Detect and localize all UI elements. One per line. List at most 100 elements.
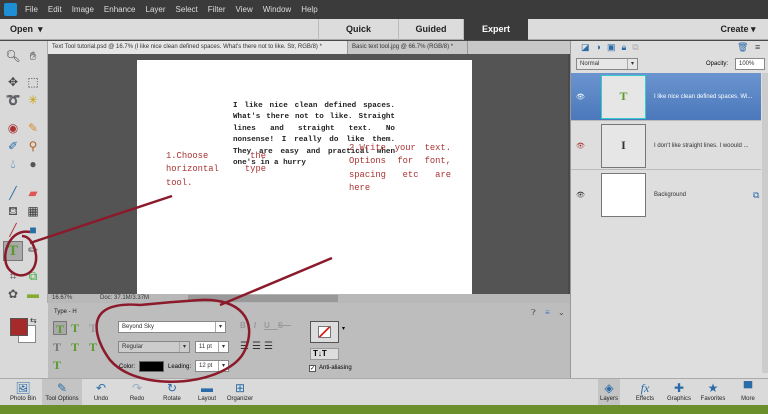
layers-button[interactable]: ◈ Layers <box>598 379 620 406</box>
pencil-tool-icon[interactable]: ✏︎ <box>24 241 42 259</box>
shape-tool-icon[interactable]: ■ <box>24 221 42 239</box>
font-style-select[interactable]: Regular ▾ <box>118 341 190 353</box>
canvas-area[interactable]: I like nice clean defined spaces. What's… <box>48 54 568 294</box>
zoom-level[interactable]: 16.67% <box>52 295 72 301</box>
align-left-icon[interactable]: ☰ <box>240 341 252 352</box>
smart-brush-icon[interactable]: ✐ <box>4 137 22 155</box>
panel-menu-icon[interactable]: ≡ <box>755 42 760 52</box>
document-page[interactable]: I like nice clean defined spaces. What's… <box>137 60 472 294</box>
foreground-color-swatch[interactable] <box>10 318 28 336</box>
magic-wand-icon[interactable]: ✳ <box>24 91 42 109</box>
cookie-cutter-icon[interactable]: ✿ <box>4 285 22 303</box>
tab-text-tool-tutorial[interactable]: Text Tool tutorial.psd @ 16.7% (I like n… <box>48 41 348 54</box>
alignment-buttons[interactable]: ☰☰☰ <box>240 341 276 352</box>
italic-icon[interactable]: I <box>254 321 264 330</box>
panel-menu-icon[interactable]: ≡ <box>545 308 550 317</box>
underline-icon[interactable]: U <box>264 321 278 330</box>
undo-button[interactable]: ↶ Undo <box>88 379 114 406</box>
graphics-button[interactable]: ✚ Graphics <box>664 379 694 406</box>
hand-tool-icon[interactable]: ✋︎ <box>24 47 42 65</box>
recompose-tool-icon[interactable]: ⧉ <box>24 267 42 285</box>
collapse-chevron-icon[interactable]: ⌄ <box>558 308 565 317</box>
text-warp-color-button[interactable] <box>310 321 339 343</box>
text-on-shape-icon[interactable]: T <box>89 340 97 355</box>
horizontal-type-option-icon[interactable]: T <box>53 321 67 336</box>
align-right-icon[interactable]: ☰ <box>264 341 276 352</box>
menu-layer[interactable]: Layer <box>146 5 166 14</box>
horizontal-type-tool-icon[interactable]: T <box>3 241 23 261</box>
delete-layer-icon[interactable]: 🗑︎ <box>737 42 748 53</box>
mode-quick[interactable]: Quick <box>318 18 398 40</box>
text-color-swatch[interactable] <box>139 361 164 372</box>
layer-name[interactable]: Background <box>654 192 686 198</box>
vertical-mask-option-icon[interactable]: T <box>53 340 61 355</box>
visibility-hidden-icon[interactable]: 👁︎ <box>576 142 585 150</box>
layout-button[interactable]: ▬ Layout <box>194 379 220 406</box>
sponge-tool-icon[interactable]: ● <box>24 155 42 173</box>
more-button[interactable]: ▀ More <box>736 379 760 406</box>
mode-expert[interactable]: Expert <box>463 18 528 40</box>
layer-row[interactable]: 👁︎ T I like nice clean defined spaces. W… <box>571 73 761 121</box>
layers-scrollbar[interactable] <box>762 73 768 373</box>
text-style-buttons[interactable]: BIUS <box>240 321 300 332</box>
strikethrough-icon[interactable]: S <box>278 321 291 330</box>
chevron-down-icon[interactable]: ▾ <box>342 325 345 332</box>
text-on-selection-icon[interactable]: T <box>71 340 79 355</box>
red-eye-tool-icon[interactable]: ◉ <box>4 119 22 137</box>
color-picker-icon[interactable]: ╱ <box>4 221 22 239</box>
mode-guided[interactable]: Guided <box>398 18 463 40</box>
marquee-tool-icon[interactable]: ⬚ <box>24 73 42 91</box>
layer-name[interactable]: I like nice clean defined spaces. Wi... <box>654 94 752 100</box>
menu-select[interactable]: Select <box>176 5 198 14</box>
tab-basic-text-tool[interactable]: Basic text tool.jpg @ 66.7% (RGB/8) * <box>348 41 468 54</box>
eraser-tool-icon[interactable]: ▰ <box>24 184 42 202</box>
menu-window[interactable]: Window <box>263 5 291 14</box>
anti-aliasing-checkbox[interactable]: ✓ <box>309 365 316 372</box>
create-button[interactable]: Create ▾ <box>708 19 768 40</box>
vertical-type-option-icon[interactable]: T <box>71 321 79 336</box>
opacity-input[interactable]: 100% <box>735 58 765 70</box>
menu-edit[interactable]: Edit <box>48 5 62 14</box>
layer-name[interactable]: I don't like straight lines. I woould ..… <box>654 143 749 149</box>
background-lock-icon[interactable]: ⧉ <box>753 190 759 201</box>
bold-icon[interactable]: B <box>240 321 254 330</box>
blend-mode-select[interactable]: Normal ▾ <box>576 58 638 70</box>
align-center-icon[interactable]: ☰ <box>252 341 264 352</box>
photo-bin-button[interactable]: 🖼︎ Photo Bin <box>6 379 40 406</box>
menu-filter[interactable]: Filter <box>208 5 226 14</box>
menu-view[interactable]: View <box>236 5 253 14</box>
move-tool-icon[interactable]: ✥ <box>4 73 22 91</box>
organizer-button[interactable]: ⊞ Organizer <box>224 379 256 406</box>
visibility-eye-icon[interactable]: 👁︎ <box>576 191 585 199</box>
straighten-tool-icon[interactable]: ▬ <box>24 285 42 303</box>
adjustment-layer-icon[interactable]: ◑ <box>596 42 607 52</box>
layer-mask-icon[interactable]: ▣ <box>607 42 622 52</box>
favorites-button[interactable]: ★ Favorites <box>698 379 728 406</box>
lasso-tool-icon[interactable]: ➰ <box>4 91 22 109</box>
menu-image[interactable]: Image <box>72 5 94 14</box>
help-icon[interactable]: ❓︎ <box>531 308 536 318</box>
lock-all-icon[interactable]: ⧉ <box>632 42 644 52</box>
horizontal-scrollbar[interactable] <box>188 295 338 302</box>
paint-bucket-icon[interactable]: ⛾ <box>4 202 22 220</box>
layer-row[interactable]: 👁︎ I I don't like straight lines. I woou… <box>571 122 761 170</box>
clone-stamp-icon[interactable]: ⚲ <box>24 137 42 155</box>
brush-tool-icon[interactable]: ╱ <box>4 184 22 202</box>
layer-row[interactable]: 👁︎ Background ⧉ <box>571 171 761 219</box>
gradient-tool-icon[interactable]: ▦ <box>24 202 42 220</box>
lock-icon[interactable]: 🔒︎ <box>621 42 632 52</box>
rotate-button[interactable]: ↻ Rotate <box>158 379 186 406</box>
open-button[interactable]: Open ▾ <box>0 19 60 40</box>
blur-tool-icon[interactable]: 💧︎ <box>4 155 22 173</box>
spot-healing-icon[interactable]: ✎ <box>24 119 42 137</box>
font-size-select[interactable]: 11 pt ▾ <box>195 341 229 353</box>
horizontal-mask-option-icon[interactable]: T <box>89 321 97 336</box>
redo-button[interactable]: ↷ Redo <box>124 379 150 406</box>
new-layer-icon[interactable]: ◪ <box>581 42 596 52</box>
menu-enhance[interactable]: Enhance <box>104 5 136 14</box>
font-family-select[interactable]: Beyond Sky ▾ <box>118 321 226 333</box>
menu-file[interactable]: File <box>25 5 38 14</box>
zoom-tool-icon[interactable]: 🔍︎ <box>4 47 22 65</box>
visibility-eye-icon[interactable]: 👁︎ <box>576 93 585 101</box>
leading-select[interactable]: 12 pt ▾ <box>195 360 229 372</box>
